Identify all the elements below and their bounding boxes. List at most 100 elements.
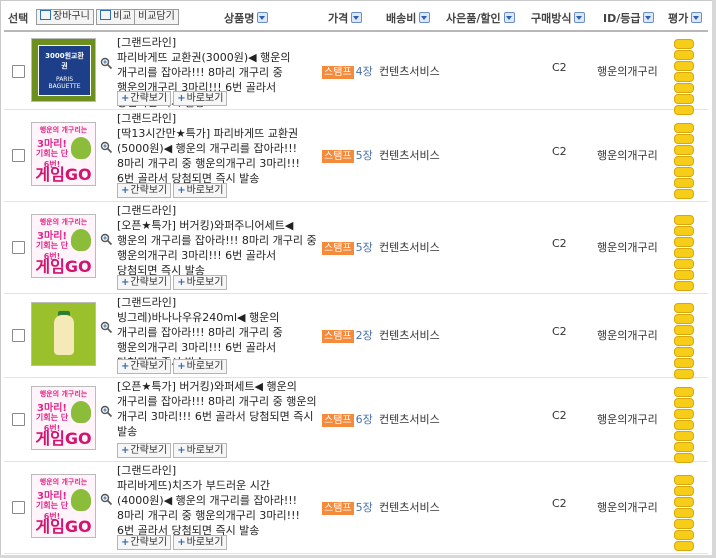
coin-icon	[674, 156, 694, 166]
compare-icon	[100, 10, 111, 20]
coin-icon	[674, 314, 694, 324]
direct-view-button[interactable]: +바로보기	[173, 535, 228, 550]
stamp-quantity: 4장	[355, 65, 373, 78]
coin-icon	[674, 39, 694, 49]
sort-down-icon[interactable]	[351, 12, 363, 23]
coin-stack-icon	[674, 215, 694, 292]
seller-id-cell[interactable]: 행운의개구리	[597, 411, 658, 427]
coin-icon	[674, 94, 694, 104]
direct-view-button[interactable]: +바로보기	[173, 275, 228, 290]
product-thumbnail[interactable]: 3000원교환권 PARIS BAGUETTE	[31, 38, 96, 102]
coin-icon	[674, 475, 694, 485]
magnifier-icon[interactable]	[100, 57, 113, 70]
stamp-quantity: 5장	[355, 149, 373, 162]
quick-view-button[interactable]: +간략보기	[117, 359, 172, 374]
price-cell: 스탬프 5장	[322, 239, 373, 255]
row-action-buttons: +간략보기 +바로보기	[117, 275, 229, 290]
product-thumbnail[interactable]: 행운의 개구리는 3마리! 기회는 단 6번! 게임GO	[31, 214, 96, 278]
sort-down-icon[interactable]	[691, 12, 703, 23]
price-cell: 스탬프 2장	[322, 327, 373, 343]
row-action-buttons: +간략보기 +바로보기	[117, 359, 229, 374]
row-select-checkbox[interactable]	[12, 65, 25, 78]
row-select-checkbox[interactable]	[12, 413, 25, 426]
direct-view-button[interactable]: +바로보기	[173, 91, 228, 106]
col-gift[interactable]: 사은품/할인	[446, 10, 515, 26]
col-shipping[interactable]: 배송비	[386, 10, 431, 26]
coin-icon	[674, 270, 694, 280]
purchase-method-cell: C2	[552, 497, 567, 510]
seller-id-cell[interactable]: 행운의개구리	[597, 239, 658, 255]
sort-down-icon[interactable]	[503, 12, 515, 23]
coin-icon	[674, 50, 694, 60]
col-product[interactable]: 상품명	[224, 10, 269, 26]
product-title[interactable]: [그랜드라인] [딱13시간만★특가] 파리바게뜨 교환권(5000원)◀ 행운의…	[117, 111, 317, 186]
coin-icon	[674, 123, 694, 133]
col-method[interactable]: 구매방식	[531, 10, 586, 26]
coin-icon	[674, 61, 694, 71]
coin-icon	[674, 387, 694, 397]
product-thumbnail[interactable]	[31, 302, 96, 366]
product-title[interactable]: [그랜드라인] [오픈★특가] 버거킹)와퍼주니어세트◀ 행운의 개구리를 잡아라…	[117, 203, 317, 278]
price-cell: 스탬프 5장	[322, 499, 373, 515]
magnifier-icon[interactable]	[100, 405, 113, 418]
stamp-badge: 스탬프	[322, 66, 354, 79]
sort-down-icon[interactable]	[643, 12, 655, 23]
coin-icon	[674, 431, 694, 441]
seller-id-cell[interactable]: 행운의개구리	[597, 147, 658, 163]
milk-bottle-shape	[54, 315, 74, 355]
coin-icon	[674, 189, 694, 199]
direct-view-button[interactable]: +바로보기	[173, 359, 228, 374]
coin-icon	[674, 237, 694, 247]
coin-icon	[674, 72, 694, 82]
quick-view-button[interactable]: +간략보기	[117, 91, 172, 106]
coin-stack-icon	[674, 123, 694, 200]
purchase-method-cell: C2	[552, 61, 567, 74]
row-select-checkbox[interactable]	[12, 241, 25, 254]
compare-add-button[interactable]: 비교담기	[134, 9, 179, 25]
product-thumbnail[interactable]: 행운의 개구리는 3마리! 기회는 단 6번! 게임GO	[31, 474, 96, 538]
quick-view-button[interactable]: +간략보기	[117, 443, 172, 458]
product-thumbnail[interactable]: 행운의 개구리는 3마리! 기회는 단 6번! 게임GO	[31, 122, 96, 186]
magnifier-icon[interactable]	[100, 493, 113, 506]
coin-icon	[674, 83, 694, 93]
col-price[interactable]: 가격	[328, 10, 363, 26]
coin-stack-icon	[674, 39, 694, 116]
sort-down-icon[interactable]	[574, 12, 586, 23]
direct-view-button[interactable]: +바로보기	[173, 183, 228, 198]
magnifier-icon[interactable]	[100, 321, 113, 334]
product-title[interactable]: [그랜드라인] 파리바게뜨)치즈가 부드러운 시간(4000원)◀ 행운의 개구리…	[117, 463, 317, 538]
quick-view-button[interactable]: +간략보기	[117, 535, 172, 550]
row-select-checkbox[interactable]	[12, 501, 25, 514]
table-row: 행운의 개구리는 3마리! 기회는 단 6번! 게임GO [그랜드라인] 파리바게뜨)치즈…	[4, 461, 708, 554]
seller-id-cell[interactable]: 행운의개구리	[597, 327, 658, 343]
purchase-method-cell: C2	[552, 237, 567, 250]
sort-down-icon[interactable]	[257, 12, 269, 23]
table-row: 행운의 개구리는 3마리! 기회는 단 6번! 게임GO [그랜드라인] [딱13시간만★…	[4, 109, 708, 202]
shipping-cell: 컨텐츠서비스	[379, 413, 440, 426]
seller-id-cell[interactable]: 행운의개구리	[597, 499, 658, 515]
direct-view-button[interactable]: +바로보기	[173, 443, 228, 458]
compare-button[interactable]: 비교	[96, 9, 136, 25]
product-thumbnail[interactable]: 행운의 개구리는 3마리! 기회는 단 6번! 게임GO	[31, 386, 96, 450]
coin-icon	[674, 259, 694, 269]
coin-icon	[674, 519, 694, 529]
magnifier-icon[interactable]	[100, 233, 113, 246]
coin-icon	[674, 358, 694, 368]
stamp-badge: 스탬프	[322, 502, 354, 515]
quick-view-button[interactable]: +간략보기	[117, 275, 172, 290]
row-select-checkbox[interactable]	[12, 329, 25, 342]
col-seller[interactable]: ID/등급	[603, 10, 655, 26]
product-title[interactable]: [오픈★특가] 버거킹)와퍼세트◀ 행운의 개구리를 잡아라!!! 8마리 개구…	[117, 379, 317, 439]
sort-down-icon[interactable]	[419, 12, 431, 23]
coin-icon	[674, 541, 694, 551]
row-action-buttons: +간략보기 +바로보기	[117, 91, 229, 106]
price-cell: 스탬프 4장	[322, 63, 373, 79]
row-select-checkbox[interactable]	[12, 149, 25, 162]
coin-icon	[674, 281, 694, 291]
frog-icon	[71, 229, 91, 251]
quick-view-button[interactable]: +간략보기	[117, 183, 172, 198]
col-rating[interactable]: 평가	[668, 10, 703, 26]
magnifier-icon[interactable]	[100, 141, 113, 154]
wishlist-button[interactable]: 장바구니	[36, 9, 94, 25]
seller-id-cell[interactable]: 행운의개구리	[597, 63, 658, 79]
